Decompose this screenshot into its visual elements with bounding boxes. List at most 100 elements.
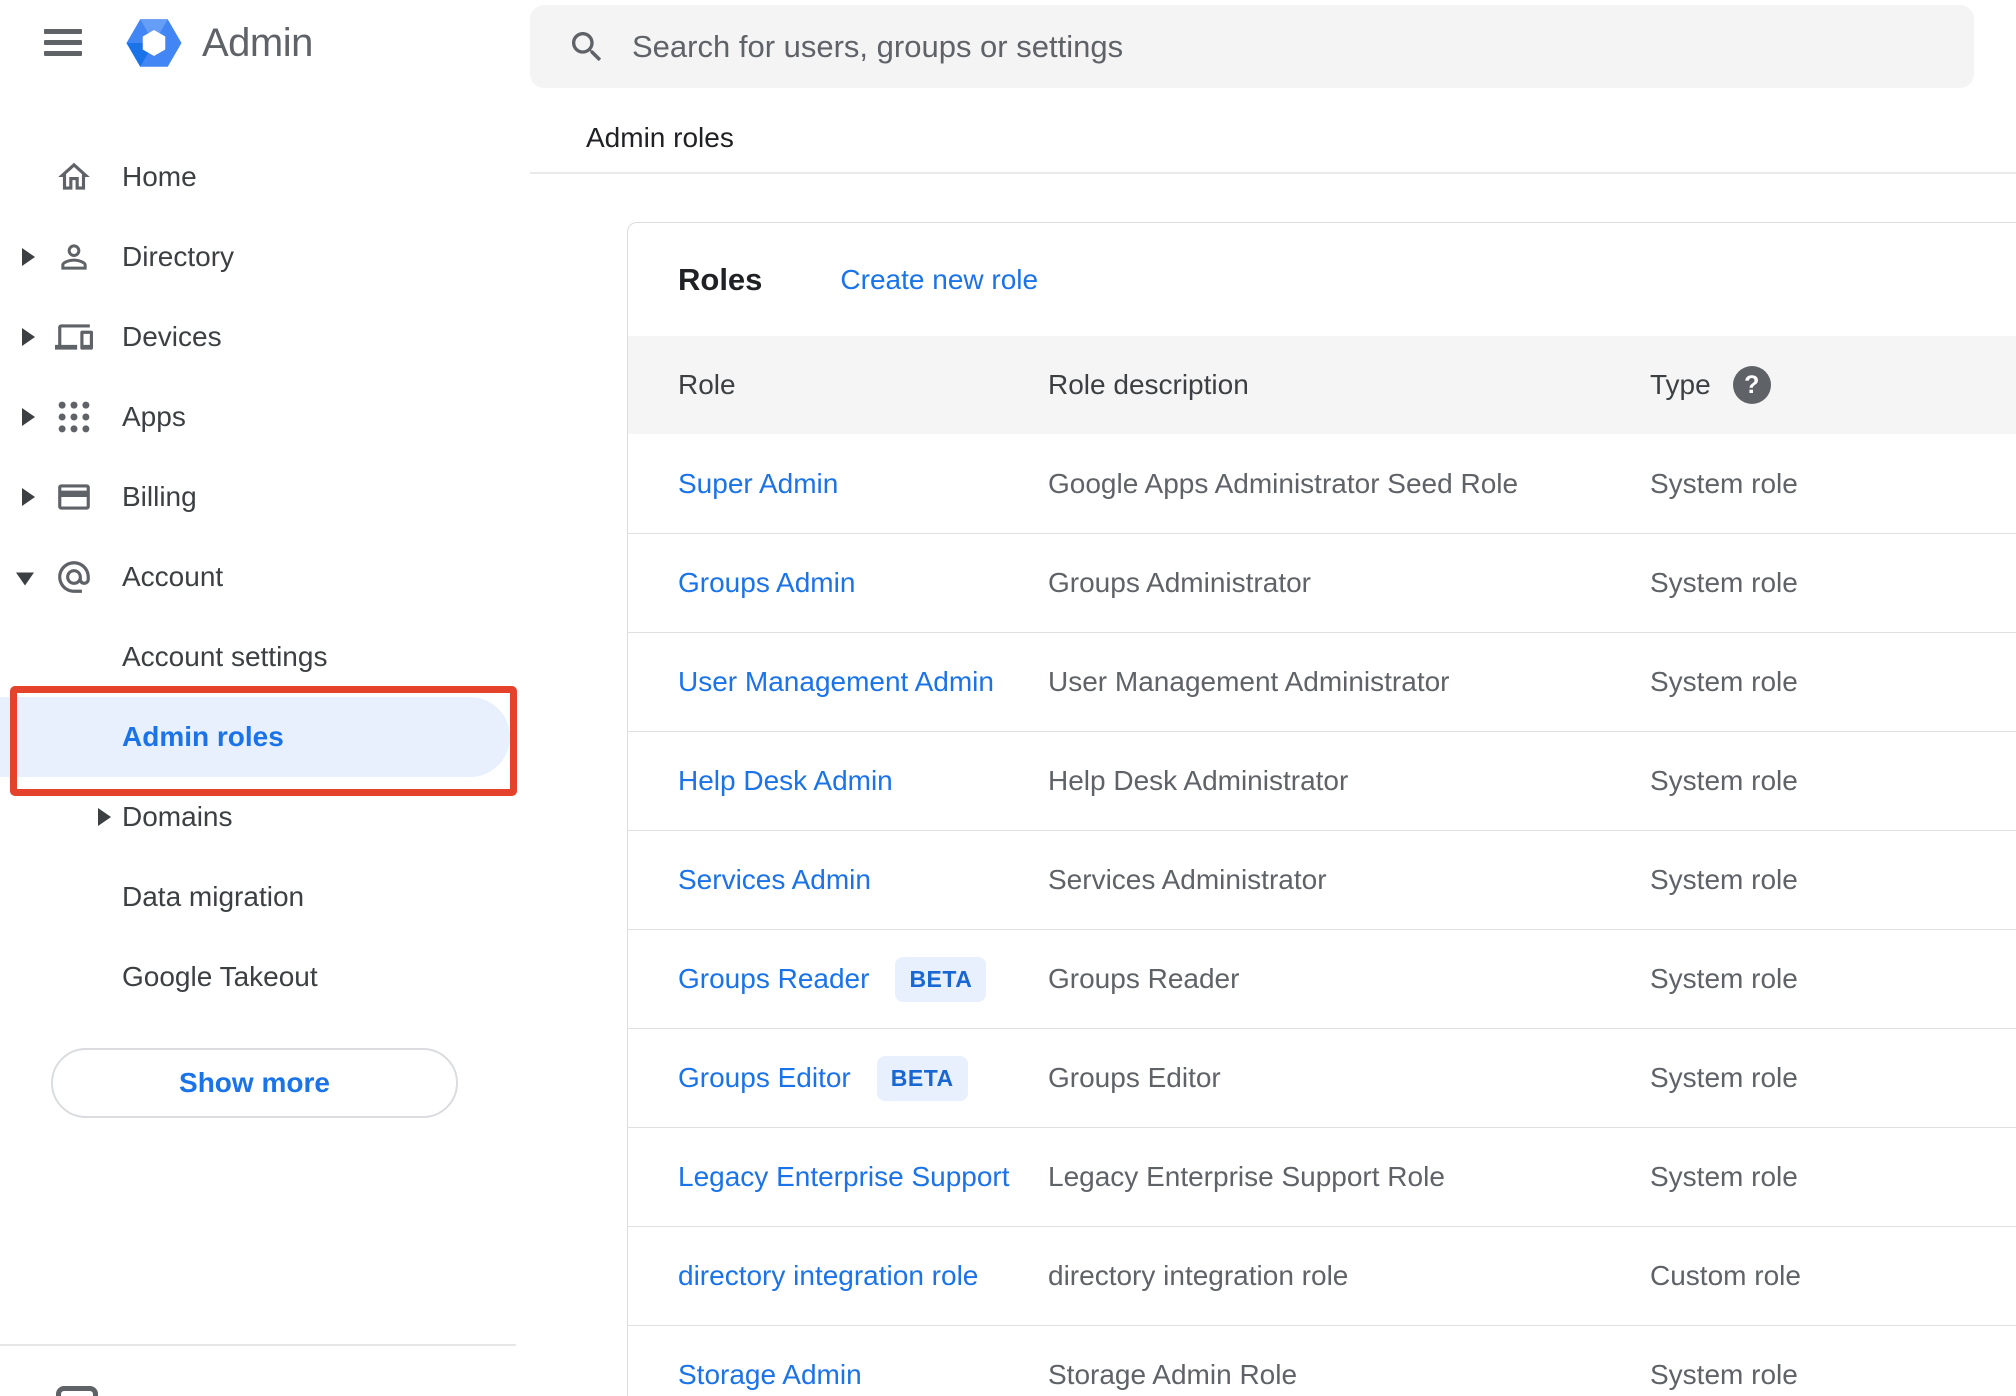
sidebar-item-label: Apps — [122, 401, 186, 432]
table-row: Groups Admin Groups Administrator System… — [628, 533, 2016, 632]
devices-icon — [55, 318, 93, 356]
breadcrumb: Admin roles — [586, 122, 734, 153]
table-body: Super Admin Google Apps Administrator Se… — [628, 434, 2016, 1396]
roles-panel: Roles Create new role Role Role descript… — [627, 222, 2016, 1396]
role-link[interactable]: Legacy Enterprise Support — [678, 1161, 1010, 1193]
show-more-button[interactable]: Show more — [51, 1048, 458, 1118]
role-link[interactable]: Storage Admin — [678, 1359, 862, 1391]
role-type: System role — [1650, 765, 1798, 796]
role-cell: Super Admin — [678, 468, 1048, 500]
person-icon — [55, 238, 93, 276]
role-description: Storage Admin Role — [1048, 1359, 1298, 1390]
sidebar-item-label: Directory — [122, 241, 235, 272]
role-cell: User Management Admin — [678, 666, 1048, 698]
admin-logo-icon — [126, 19, 182, 67]
role-link[interactable]: Help Desk Admin — [678, 765, 893, 797]
sidebar-item-label: Admin roles — [122, 721, 284, 752]
table-row: Groups Editor BETA Groups Editor System … — [628, 1028, 2016, 1127]
menu-bar — [44, 39, 82, 45]
sidebar-nav: Home Directory Devices Apps Billing Acco… — [0, 137, 530, 1017]
sidebar-item-directory[interactable]: Directory — [0, 217, 530, 297]
role-type: System role — [1650, 1359, 1798, 1390]
role-link[interactable]: directory integration role — [678, 1260, 978, 1292]
table-row: Groups Reader BETA Groups Reader System … — [628, 929, 2016, 1028]
role-type: System role — [1650, 1062, 1798, 1093]
role-link[interactable]: Super Admin — [678, 468, 838, 500]
sidebar-item-admin-roles[interactable]: Admin roles — [0, 697, 530, 777]
role-link[interactable]: Groups Editor — [678, 1062, 851, 1094]
create-new-role-link[interactable]: Create new role — [840, 264, 1038, 296]
help-icon[interactable]: ? — [1732, 366, 1771, 404]
apps-icon — [55, 398, 93, 436]
table-row: directory integration role directory int… — [628, 1226, 2016, 1325]
collapse-arrow-icon — [16, 572, 34, 586]
table-row: Help Desk Admin Help Desk Administrator … — [628, 731, 2016, 830]
sidebar-item-apps[interactable]: Apps — [0, 377, 530, 457]
sidebar-item-account-settings[interactable]: Account settings — [0, 617, 530, 697]
sidebar-item-account[interactable]: Account — [0, 537, 530, 617]
expand-arrow-icon — [22, 328, 35, 346]
role-description: Groups Editor — [1048, 1062, 1221, 1093]
role-type: System role — [1650, 467, 1798, 499]
search-icon — [567, 27, 607, 67]
menu-bar — [44, 28, 82, 34]
table-header-row: Role Role description Type ? — [628, 336, 2016, 434]
sidebar-item-label: Google Takeout — [122, 961, 318, 992]
sidebar-item-label: Account settings — [122, 641, 328, 672]
content-divider — [530, 172, 2016, 174]
role-description: Legacy Enterprise Support Role — [1048, 1161, 1445, 1192]
sidebar-item-label: Domains — [122, 801, 233, 832]
role-link[interactable]: Groups Admin — [678, 567, 855, 599]
sidebar-item-google-takeout[interactable]: Google Takeout — [0, 937, 530, 1017]
panel-title: Roles — [678, 261, 763, 297]
role-cell: Help Desk Admin — [678, 765, 1048, 797]
table-row: Super Admin Google Apps Administrator Se… — [628, 434, 2016, 533]
role-type: System role — [1650, 666, 1798, 697]
menu-bar — [44, 50, 82, 56]
sidebar-item-label: Billing — [122, 481, 197, 512]
sidebar-item-label: Devices — [122, 321, 222, 352]
sidebar-item-data-migration[interactable]: Data migration — [0, 857, 530, 937]
clipped-sidebar-icon — [56, 1386, 98, 1396]
role-cell: Services Admin — [678, 864, 1048, 896]
sidebar-item-label: Data migration — [122, 881, 305, 912]
role-cell: Groups Reader BETA — [678, 956, 1048, 1002]
search-bar[interactable] — [530, 5, 1974, 88]
role-type: System role — [1650, 864, 1798, 895]
sidebar-item-label: Account — [122, 561, 224, 592]
admin-console: Admin Home Directory Devices Apps Billin… — [0, 0, 2016, 1396]
role-link[interactable]: Services Admin — [678, 864, 871, 896]
column-header-role: Role — [678, 369, 736, 400]
expand-arrow-icon — [22, 488, 35, 506]
menu-icon[interactable] — [40, 17, 98, 67]
role-description: Help Desk Administrator — [1048, 765, 1349, 796]
table-row: User Management Admin User Management Ad… — [628, 632, 2016, 731]
beta-badge: BETA — [895, 956, 987, 1002]
expand-arrow-icon — [22, 408, 35, 426]
sidebar-item-billing[interactable]: Billing — [0, 457, 530, 537]
sidebar-item-domains[interactable]: Domains — [0, 777, 530, 857]
sidebar-bottom-divider — [0, 1344, 516, 1346]
role-type: System role — [1650, 963, 1798, 994]
sidebar-item-home[interactable]: Home — [0, 137, 530, 217]
sidebar-item-label: Home — [122, 161, 197, 192]
search-input[interactable] — [632, 16, 1974, 77]
home-icon — [55, 158, 93, 196]
role-type: Custom role — [1650, 1260, 1801, 1291]
role-type: System role — [1650, 1161, 1798, 1192]
role-description: Google Apps Administrator Seed Role — [1048, 467, 1519, 499]
column-header-type: Type ? — [1650, 366, 2016, 404]
table-row: Services Admin Services Administrator Sy… — [628, 830, 2016, 929]
role-cell: Storage Admin — [678, 1359, 1048, 1391]
role-description: Services Administrator — [1048, 864, 1327, 895]
role-cell: directory integration role — [678, 1260, 1048, 1292]
role-link[interactable]: Groups Reader — [678, 963, 869, 995]
sidebar-item-devices[interactable]: Devices — [0, 297, 530, 377]
admin-logo[interactable]: Admin — [124, 10, 313, 76]
role-description: User Management Administrator — [1048, 666, 1450, 697]
role-link[interactable]: User Management Admin — [678, 666, 994, 698]
expand-arrow-icon — [98, 808, 111, 826]
role-description: directory integration role — [1048, 1260, 1349, 1291]
table-row: Storage Admin Storage Admin Role System … — [628, 1325, 2016, 1396]
role-description: Groups Administrator — [1048, 567, 1311, 598]
